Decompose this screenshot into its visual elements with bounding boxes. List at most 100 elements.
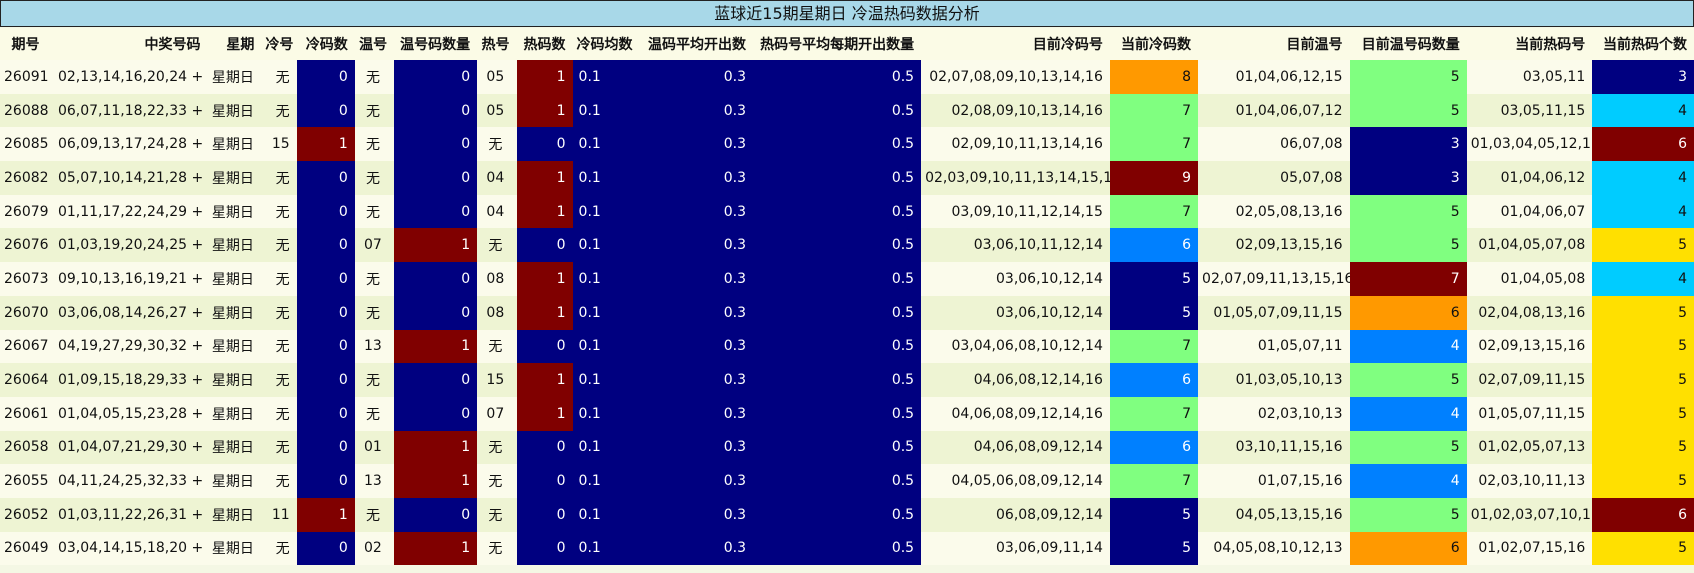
cell-current-cold[interactable]: 02,07,08,09,10,13,14,16 — [921, 60, 1110, 94]
cell-weekday[interactable]: 星期日 — [207, 531, 262, 566]
table-row[interactable]: 2606401,09,15,18,29,33 + 15星期日无0无01510.1… — [0, 363, 1694, 397]
cell-current-hot-count[interactable]: 5 — [1592, 363, 1694, 397]
cell-cold-count[interactable]: 0 — [296, 464, 355, 498]
cell-current-warm-count[interactable]: 6 — [1349, 531, 1467, 566]
cell-warm[interactable]: 13 — [354, 329, 395, 364]
cell-hot[interactable]: 无 — [477, 464, 517, 498]
cell-issue[interactable]: 26058 — [0, 430, 54, 465]
cell-hot[interactable]: 08 — [477, 262, 517, 296]
header-cold[interactable]: 冷号 — [261, 28, 297, 60]
cell-warm-count[interactable]: 0 — [394, 497, 478, 532]
cell-warm-count[interactable]: 0 — [394, 396, 478, 431]
cell-cold[interactable]: 无 — [261, 329, 297, 364]
cell-current-cold-count[interactable]: 7 — [1109, 329, 1199, 364]
cell-issue[interactable]: 26055 — [0, 464, 54, 498]
cell-current-warm-count[interactable]: 4 — [1349, 329, 1467, 364]
cell-winning-numbers[interactable]: 09,10,13,16,19,21 + 08 — [53, 262, 208, 296]
table-row[interactable]: 2608506,09,13,17,24,28 + 15星期日151无0无00.1… — [0, 127, 1694, 162]
cell-cold-avg[interactable]: 0.1 — [572, 464, 639, 498]
cell-current-warm-count[interactable]: 5 — [1349, 60, 1467, 94]
cell-winning-numbers[interactable]: 01,03,11,22,26,31 + 11 — [53, 497, 208, 532]
cell-current-hot[interactable]: 02,03,10,11,13 — [1466, 464, 1593, 498]
cell-cold-count[interactable]: 1 — [296, 497, 355, 532]
cell-current-hot-count[interactable]: 4 — [1592, 93, 1694, 128]
cell-current-cold[interactable]: 03,06,10,11,12,14 — [921, 228, 1110, 263]
cell-cold[interactable]: 无 — [261, 464, 297, 498]
cell-current-cold-count[interactable]: 7 — [1109, 93, 1199, 128]
cell-cold-avg[interactable]: 0.1 — [572, 329, 639, 364]
cell-cold-count[interactable]: 0 — [296, 531, 355, 566]
cell-winning-numbers[interactable]: 06,09,13,17,24,28 + 15 — [53, 127, 208, 162]
cell-issue[interactable]: 26049 — [0, 531, 54, 566]
cell-weekday[interactable]: 星期日 — [207, 363, 262, 397]
cell-cold-avg[interactable]: 0.1 — [572, 262, 639, 296]
cell-issue[interactable]: 26073 — [0, 262, 54, 296]
cell-weekday[interactable]: 星期日 — [207, 497, 262, 532]
cell-current-warm[interactable]: 01,05,07,09,11,15 — [1198, 295, 1350, 330]
cell-weekday[interactable]: 星期日 — [207, 295, 262, 330]
cell-cold[interactable]: 无 — [261, 194, 297, 229]
cell-current-warm-count[interactable]: 4 — [1349, 396, 1467, 431]
cell-weekday[interactable]: 星期日 — [207, 262, 262, 296]
cell-hot-count[interactable]: 0 — [516, 497, 573, 532]
header-current-warm-count[interactable]: 目前温号码数量 — [1349, 28, 1467, 60]
cell-current-warm-count[interactable]: 5 — [1349, 228, 1467, 263]
table-row[interactable]: 2605801,04,07,21,29,30 + 01星期日无0011无00.1… — [0, 430, 1694, 465]
cell-current-hot[interactable]: 01,04,06,07 — [1466, 194, 1593, 229]
cell-cold-avg[interactable]: 0.1 — [572, 396, 639, 431]
cell-current-hot-count[interactable]: 6 — [1592, 497, 1694, 532]
cell-cold-avg[interactable]: 0.1 — [572, 161, 639, 195]
cell-hot[interactable]: 无 — [477, 430, 517, 465]
table-row[interactable]: 2607003,06,08,14,26,27 + 08星期日无0无00810.1… — [0, 295, 1694, 330]
cell-current-warm-count[interactable]: 6 — [1349, 295, 1467, 330]
cell-issue[interactable]: 26070 — [0, 295, 54, 330]
cell-hot[interactable]: 08 — [477, 295, 517, 330]
cell-hot-count[interactable]: 0 — [516, 430, 573, 465]
cell-current-cold[interactable]: 03,06,10,12,14 — [921, 295, 1110, 330]
cell-weekday[interactable]: 星期日 — [207, 127, 262, 162]
cell-issue[interactable]: 26061 — [0, 396, 54, 431]
cell-current-warm[interactable]: 06,07,08 — [1198, 127, 1350, 162]
cell-hot[interactable]: 07 — [477, 396, 517, 431]
cell-hot[interactable]: 无 — [477, 228, 517, 263]
cell-warm-avg[interactable]: 0.3 — [638, 396, 754, 431]
cell-current-warm[interactable]: 01,04,06,07,12 — [1198, 93, 1350, 128]
cell-winning-numbers[interactable]: 03,06,08,14,26,27 + 08 — [53, 295, 208, 330]
header-issue[interactable]: 期号 — [0, 28, 54, 60]
cell-issue[interactable]: 26052 — [0, 497, 54, 532]
cell-current-cold[interactable]: 03,09,10,11,12,14,15 — [921, 194, 1110, 229]
cell-current-warm[interactable]: 01,03,05,10,13 — [1198, 363, 1350, 397]
cell-current-hot-count[interactable]: 4 — [1592, 262, 1694, 296]
cell-hot-count[interactable]: 1 — [516, 363, 573, 397]
cell-winning-numbers[interactable]: 04,11,24,25,32,33 + 13 — [53, 464, 208, 498]
cell-hot-avg[interactable]: 0.5 — [753, 497, 922, 532]
cell-warm-avg[interactable]: 0.3 — [638, 295, 754, 330]
cell-hot[interactable]: 无 — [477, 531, 517, 566]
cell-warm-count[interactable]: 0 — [394, 127, 478, 162]
cell-current-cold-count[interactable]: 5 — [1109, 531, 1199, 566]
cell-issue[interactable]: 26076 — [0, 228, 54, 263]
cell-warm[interactable]: 无 — [354, 363, 395, 397]
cell-current-hot[interactable]: 01,04,05,08 — [1466, 262, 1593, 296]
header-hot-count[interactable]: 热码数 — [516, 28, 573, 60]
cell-current-cold-count[interactable]: 6 — [1109, 430, 1199, 465]
cell-hot[interactable]: 05 — [477, 60, 517, 94]
cell-current-hot-count[interactable]: 5 — [1592, 430, 1694, 465]
cell-warm-avg[interactable]: 0.3 — [638, 430, 754, 465]
cell-current-hot-count[interactable]: 4 — [1592, 194, 1694, 229]
header-warm-avg[interactable]: 温码平均开出数 — [638, 28, 754, 60]
cell-winning-numbers[interactable]: 03,04,14,15,18,20 + 02 — [53, 531, 208, 566]
cell-hot-count[interactable]: 0 — [516, 464, 573, 498]
cell-current-hot[interactable]: 02,04,08,13,16 — [1466, 295, 1593, 330]
header-hot-avg[interactable]: 热码号平均每期开出数量 — [753, 28, 922, 60]
cell-current-warm-count[interactable]: 5 — [1349, 497, 1467, 532]
cell-cold-count[interactable]: 0 — [296, 161, 355, 195]
cell-winning-numbers[interactable]: 01,11,17,22,24,29 + 04 — [53, 194, 208, 229]
cell-cold-count[interactable]: 0 — [296, 363, 355, 397]
cell-hot[interactable]: 04 — [477, 194, 517, 229]
cell-hot[interactable]: 04 — [477, 161, 517, 195]
cell-current-cold-count[interactable]: 5 — [1109, 262, 1199, 296]
table-row[interactable]: 2607601,03,19,20,24,25 + 07星期日无0071无00.1… — [0, 228, 1694, 263]
cell-cold-avg[interactable]: 0.1 — [572, 430, 639, 465]
cell-cold-count[interactable]: 0 — [296, 396, 355, 431]
